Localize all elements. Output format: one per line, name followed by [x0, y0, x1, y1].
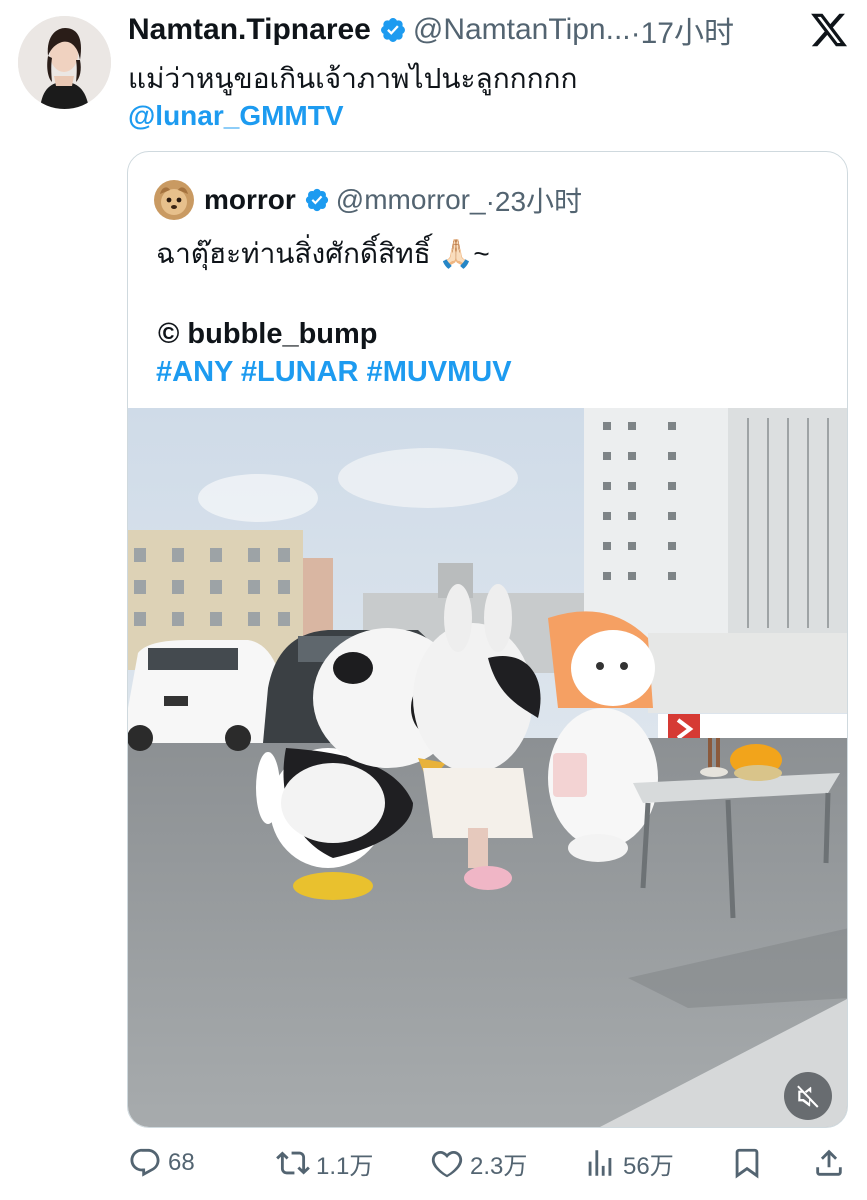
- retweet-button[interactable]: 1.1万: [276, 1140, 373, 1186]
- retweet-count: 1.1万: [316, 1152, 374, 1180]
- quoted-hashtags[interactable]: #ANY #LUNAR #MUVMUV: [156, 354, 512, 390]
- views-button[interactable]: 56万: [583, 1140, 674, 1186]
- action-bar: 68 1.1万 2.3万 56万: [0, 1140, 867, 1186]
- top-edge: [0, 0, 867, 6]
- quoted-text-line: ฉาตุ๊ฮะท่านสิ่งศักดิ์สิทธิ์ 🙏🏻~: [156, 238, 490, 269]
- reply-count: 68: [168, 1149, 195, 1176]
- quoted-video[interactable]: [128, 408, 847, 1127]
- x-logo-icon[interactable]: [808, 10, 850, 50]
- quoted-handle[interactable]: @mmorror_: [336, 184, 486, 216]
- views-count: 56万: [623, 1152, 674, 1180]
- views-icon: [588, 1150, 612, 1176]
- like-count: 2.3万: [470, 1152, 528, 1180]
- reply-icon: [130, 1148, 160, 1177]
- reply-button[interactable]: 68: [128, 1140, 195, 1186]
- retweet-icon: [276, 1151, 310, 1175]
- mute-icon: [797, 1085, 819, 1108]
- author-display-name[interactable]: Namtan.Tipnaree: [128, 13, 371, 47]
- tweet-header: Namtan.Tipnaree @NamtanTipn... ·17小时: [128, 10, 734, 50]
- quoted-tweet-card[interactable]: morror @mmorror_ ·23小时 ฉาตุ๊ฮะท่านสิ่งศั…: [127, 151, 848, 1128]
- quoted-display-name[interactable]: morror: [204, 184, 296, 216]
- mention-link[interactable]: @lunar_GMMTV: [128, 97, 344, 135]
- bookmark-icon: [735, 1148, 759, 1179]
- tweet-time[interactable]: ·17小时: [631, 8, 734, 52]
- quoted-header: morror @mmorror_ ·23小时: [154, 180, 582, 220]
- verified-badge-icon: [379, 16, 407, 44]
- quoted-credit: © bubble_bump: [158, 318, 378, 350]
- like-button[interactable]: 2.3万: [430, 1140, 527, 1186]
- tweet-text: แม่ว่าหนูขอเกินเจ้าภาพไปนะลูกกกกก: [128, 63, 578, 94]
- bookmark-button[interactable]: [730, 1140, 770, 1186]
- quoted-time[interactable]: ·23小时: [486, 180, 582, 220]
- author-handle[interactable]: @NamtanTipn...: [413, 13, 631, 47]
- like-icon: [431, 1150, 463, 1178]
- author-avatar[interactable]: [18, 16, 111, 109]
- share-icon: [816, 1149, 842, 1176]
- quoted-author-avatar[interactable]: [154, 180, 194, 220]
- share-button[interactable]: [812, 1140, 852, 1186]
- verified-badge-icon: [304, 187, 330, 213]
- mute-toggle[interactable]: [784, 1072, 832, 1120]
